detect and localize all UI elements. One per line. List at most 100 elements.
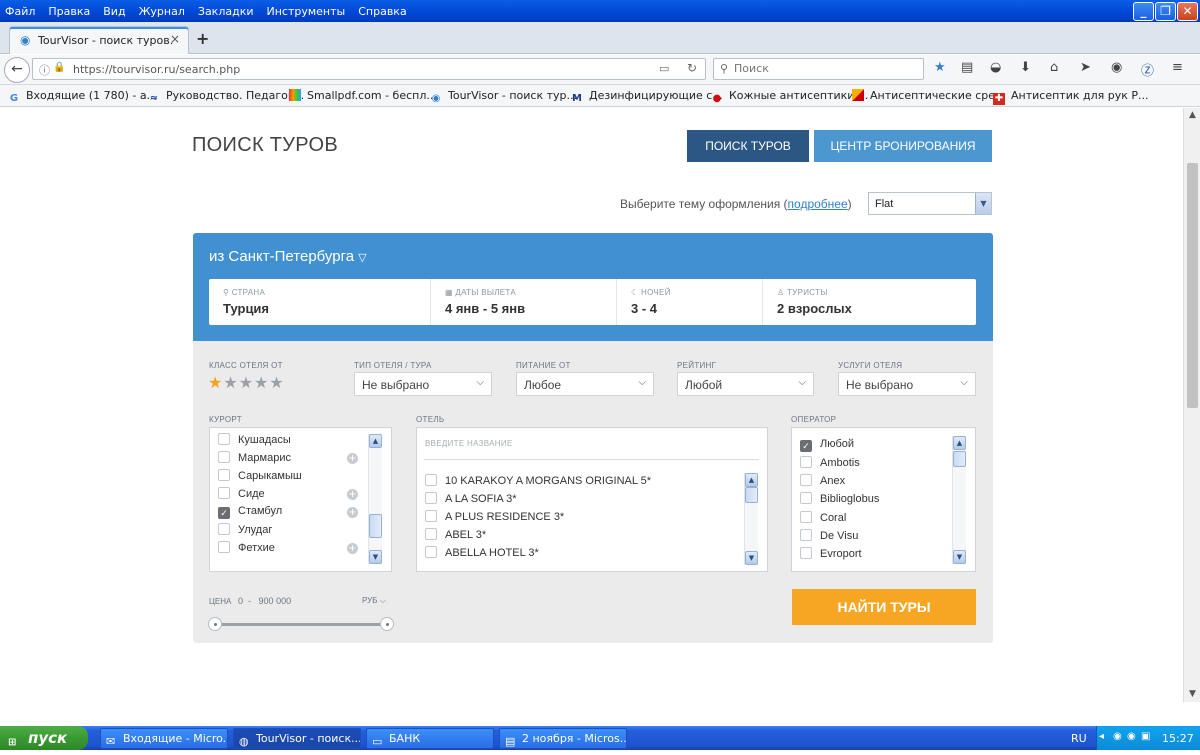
list-item[interactable]: A PLUS RESIDENCE 3* [425, 510, 564, 526]
search-tours-button[interactable]: ПОИСК ТУРОВ [687, 130, 809, 162]
taskbar-item[interactable]: ▭ БАНК [366, 728, 494, 749]
bookmark-item[interactable]: G Входящие (1 780) - а... [8, 89, 157, 105]
checkbox-checked[interactable]: ✓ [218, 507, 230, 519]
downloads-icon[interactable]: ⬇ [1020, 60, 1031, 75]
star-icon[interactable]: ★ [223, 373, 238, 392]
checkbox[interactable] [800, 474, 812, 486]
checkbox[interactable] [800, 529, 812, 541]
expand-plus-icon[interactable]: + [347, 453, 358, 464]
list-item[interactable]: Мармарис [218, 451, 291, 467]
checkbox[interactable] [218, 469, 230, 481]
taskbar-item[interactable]: ▤ 2 ноября - Micros... [499, 728, 627, 749]
checkbox[interactable] [218, 523, 230, 535]
list-item[interactable]: ABELLA HOTEL 3* [425, 546, 539, 562]
pocket-icon[interactable]: ◒ [990, 60, 1001, 75]
list-item[interactable]: ABEL 3* [425, 528, 486, 544]
reload-icon[interactable]: ↻ [687, 61, 697, 75]
checkbox[interactable] [800, 456, 812, 468]
checkbox-checked[interactable]: ✓ [800, 440, 812, 452]
price-slider-track[interactable] [213, 623, 389, 626]
checkbox[interactable] [218, 541, 230, 553]
tray-arrow-icon[interactable]: ◂ [1099, 731, 1111, 743]
booking-center-button[interactable]: ЦЕНТР БРОНИРОВАНИЯ [814, 130, 992, 162]
tab-close-icon[interactable]: × [170, 32, 180, 46]
checkbox[interactable] [425, 528, 437, 540]
theme-details-link[interactable]: подробнее [788, 197, 848, 211]
menu-edit[interactable]: Правка [48, 5, 90, 18]
scroll-down-icon[interactable]: ▼ [953, 550, 966, 564]
scroll-up-icon[interactable]: ▲ [1185, 108, 1200, 123]
maximize-button[interactable]: ❐ [1155, 2, 1176, 21]
list-item[interactable]: Улудаг [218, 523, 272, 539]
url-text[interactable]: https://tourvisor.ru/search.php [73, 63, 240, 76]
back-button[interactable]: ← [4, 57, 30, 83]
bookmark-item[interactable]: M Дезинфицирующие с... [571, 89, 723, 105]
language-indicator[interactable]: RU [1071, 732, 1087, 745]
scroll-up-icon[interactable]: ▲ [369, 434, 382, 448]
menu-file[interactable]: Файл [5, 5, 35, 18]
browser-search-box[interactable]: ⚲ [713, 58, 924, 80]
list-item[interactable]: Сарыкамыш [218, 469, 302, 485]
services-select[interactable]: Не выбрано ⌵ [838, 372, 976, 396]
dropdown-arrow-icon[interactable]: ▼ [975, 193, 991, 214]
price-min-handle[interactable] [208, 617, 222, 631]
star-icon[interactable]: ★ [269, 373, 284, 392]
bookmark-item[interactable]: Smallpdf.com - беспл... [289, 89, 437, 102]
scrollbar-thumb[interactable] [1187, 163, 1198, 408]
new-tab-button[interactable]: + [196, 29, 209, 48]
country-field[interactable]: ⚲ СТРАНА Турция [209, 279, 431, 325]
price-max-handle[interactable] [380, 617, 394, 631]
scroll-up-icon[interactable]: ▲ [745, 473, 758, 487]
checkbox[interactable] [218, 451, 230, 463]
reader-view-icon[interactable]: ▭ [659, 62, 669, 75]
list-item[interactable]: Biblioglobus [800, 492, 879, 508]
list-item[interactable]: De Visu [800, 529, 858, 545]
zotero-icon[interactable]: Ⓩ [1141, 60, 1154, 79]
menu-tools[interactable]: Инструменты [267, 5, 346, 18]
hotel-type-select[interactable]: Не выбрано ⌵ [354, 372, 492, 396]
hotel-class-stars[interactable]: ★★★★★ [208, 373, 285, 392]
scroll-down-icon[interactable]: ▼ [745, 551, 758, 565]
theme-select[interactable]: Flat ▼ [868, 192, 992, 215]
menu-help[interactable]: Справка [358, 5, 406, 18]
list-item[interactable]: ✓ Стамбул [218, 505, 282, 521]
checkbox[interactable] [425, 474, 437, 486]
list-item[interactable]: Фетхие [218, 541, 275, 557]
list-item[interactable]: Сиде [218, 487, 265, 503]
scroll-down-icon[interactable]: ▼ [369, 550, 382, 564]
list-item[interactable]: ✓ Любой [800, 438, 854, 454]
scroll-up-icon[interactable]: ▲ [953, 436, 966, 450]
checkbox[interactable] [218, 487, 230, 499]
dates-field[interactable]: ▦ ДАТЫ ВЫЛЕТА 4 янв - 5 янв [431, 279, 617, 325]
bookmark-item[interactable]: ◉ TourVisor - поиск тур... [430, 89, 577, 105]
departure-city-selector[interactable]: из Санкт-Петербурга ▽ [209, 248, 367, 265]
bookmarks-library-icon[interactable]: ▤ [961, 60, 973, 75]
checkbox[interactable] [425, 510, 437, 522]
operator-list[interactable]: ✓ Любой Ambotis Anex Biblioglobus Coral D… [791, 427, 976, 572]
tray-app-icon[interactable]: ◉ [1127, 731, 1139, 743]
star-icon[interactable]: ★ [254, 373, 269, 392]
tray-app-icon[interactable]: ◉ [1113, 731, 1125, 743]
list-item[interactable]: Ambotis [800, 456, 860, 472]
page-scrollbar[interactable]: ▲ ▼ [1183, 108, 1200, 702]
scrollbar-thumb[interactable] [369, 514, 382, 538]
open-menu-icon[interactable]: ≡ [1172, 60, 1183, 75]
list-item[interactable]: Кушадасы [218, 433, 291, 449]
checkbox[interactable] [800, 511, 812, 523]
expand-plus-icon[interactable]: + [347, 489, 358, 500]
rating-select[interactable]: Любой ⌵ [677, 372, 814, 396]
scrollbar-thumb[interactable] [745, 487, 758, 503]
sync-icon[interactable]: ◉ [1111, 60, 1122, 75]
find-tours-button[interactable]: НАЙТИ ТУРЫ [792, 589, 976, 625]
scrollbar-thumb[interactable] [953, 451, 966, 467]
menu-view[interactable]: Вид [103, 5, 125, 18]
taskbar-item-active[interactable]: ◍ TourVisor - поиск... [233, 728, 361, 749]
meal-select[interactable]: Любое ⌵ [516, 372, 654, 396]
list-item[interactable]: A LA SOFIA 3* [425, 492, 517, 508]
expand-plus-icon[interactable]: + [347, 543, 358, 554]
checkbox[interactable] [425, 492, 437, 504]
star-icon[interactable]: ★ [239, 373, 254, 392]
checkbox[interactable] [425, 546, 437, 558]
tray-network-icon[interactable]: ▣ [1141, 731, 1153, 743]
start-button[interactable]: ⊞ пуск [0, 726, 88, 750]
